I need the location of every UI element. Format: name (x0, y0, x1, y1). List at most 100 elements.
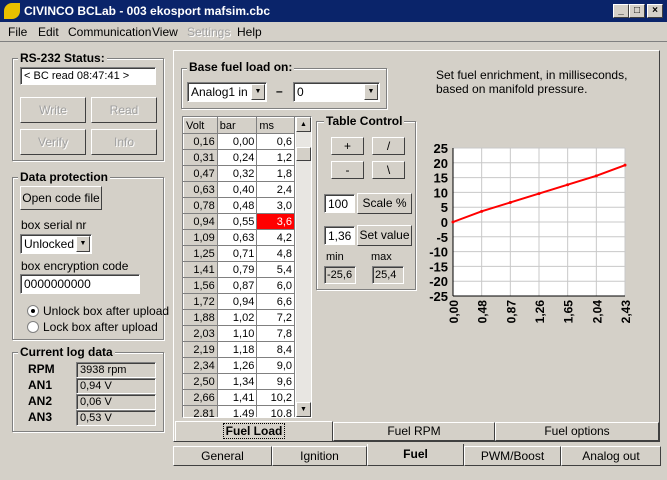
x-tick-label: 0,87 (504, 300, 518, 324)
menu-bar: File Edit Communication View Settings He… (0, 22, 667, 42)
plus-button[interactable]: + (331, 137, 364, 155)
tab-fuel-load[interactable]: Fuel Load (175, 421, 333, 441)
menu-help[interactable]: Help (237, 25, 262, 39)
maximize-button[interactable]: □ (629, 4, 645, 18)
cell-bar: 0,63 (216, 229, 258, 246)
cell-ms[interactable]: 1,2 (256, 149, 295, 166)
info-button[interactable]: Info (91, 129, 157, 155)
close-button[interactable]: × (647, 4, 663, 18)
cell-volt: 0,31 (183, 149, 218, 166)
log-data-title: Current log data (18, 345, 115, 359)
chevron-down-icon[interactable]: ▼ (364, 84, 378, 100)
base-value-text: 0 (297, 85, 304, 99)
menu-view[interactable]: View (152, 25, 178, 39)
col-header-volt: Volt (183, 117, 218, 134)
minus-button[interactable]: - (331, 161, 364, 179)
tab-fuel[interactable]: Fuel (367, 444, 464, 466)
cell-ms[interactable]: 9,0 (256, 357, 295, 374)
menu-file[interactable]: File (8, 25, 27, 39)
chevron-down-icon[interactable]: ▼ (251, 84, 265, 100)
cell-ms[interactable]: 5,4 (256, 261, 295, 278)
max-label: max (371, 251, 392, 263)
cell-ms[interactable]: 2,4 (256, 181, 295, 198)
table-row: 1,09 0,63 4,2 (183, 229, 295, 246)
set-value-input[interactable]: 1,36 (324, 226, 355, 245)
read-button[interactable]: Read (91, 97, 157, 123)
cell-ms[interactable]: 8,4 (256, 341, 295, 358)
write-button[interactable]: Write (20, 97, 86, 123)
cell-ms[interactable]: 6,0 (256, 277, 295, 294)
cell-ms[interactable]: 0,6 (256, 133, 295, 150)
tab-pwm-boost[interactable]: PWM/Boost (464, 446, 561, 466)
cell-ms[interactable]: 6,6 (256, 293, 295, 310)
cell-ms[interactable]: 10,2 (256, 389, 295, 406)
tab-ignition[interactable]: Ignition (272, 446, 367, 466)
menu-settings: Settings (187, 25, 231, 39)
app-logo-icon (4, 3, 20, 19)
verify-button[interactable]: Verify (20, 129, 86, 155)
lock-radio-label[interactable]: Lock box after upload (43, 320, 158, 334)
cell-volt: 1,72 (183, 293, 218, 310)
cell-volt: 0,16 (183, 133, 218, 150)
minimize-button[interactable]: _ (613, 4, 629, 18)
table-scrollbar[interactable]: ▲ ▼ (296, 117, 311, 417)
open-code-file-button[interactable]: Open code file (20, 186, 102, 210)
chevron-down-icon[interactable]: ▼ (76, 236, 90, 252)
cell-bar: 0,40 (216, 181, 258, 198)
unlock-radio[interactable] (27, 305, 39, 317)
scroll-up-button[interactable]: ▲ (296, 117, 311, 132)
tab-fuel-options[interactable]: Fuel options (495, 422, 659, 441)
box-serial-label: box serial nr (21, 218, 87, 232)
cell-bar: 0,94 (216, 293, 258, 310)
cell-volt: 1,88 (183, 309, 218, 326)
cell-ms[interactable]: 7,8 (256, 325, 295, 342)
lock-radio[interactable] (27, 321, 39, 333)
cell-bar: 1,34 (216, 373, 258, 390)
box-serial-select[interactable]: Unlocked ▼ (20, 234, 92, 254)
set-value-button[interactable]: Set value (357, 225, 412, 246)
table-row: 0,63 0,40 2,4 (183, 181, 295, 198)
tab-general[interactable]: General (173, 446, 272, 466)
cell-ms[interactable]: 3,6 (256, 213, 295, 230)
y-tick-label: -25 (429, 289, 448, 304)
log-value-an2: 0,06 V (76, 394, 156, 410)
scroll-down-button[interactable]: ▼ (296, 402, 311, 417)
data-point (480, 209, 484, 213)
base-dash: – (276, 84, 283, 98)
cell-ms[interactable]: 10,8 (256, 405, 295, 417)
data-point (537, 192, 541, 196)
box-encryption-label: box encryption code (21, 259, 129, 273)
cell-volt: 1,09 (183, 229, 218, 246)
base-source-select[interactable]: Analog1 in ▼ (187, 82, 267, 102)
tab-analog-out[interactable]: Analog out (561, 446, 661, 466)
box-encryption-input[interactable]: 0000000000 (20, 274, 140, 294)
table-row: 0,94 0,55 3,6 (183, 213, 295, 230)
backslash-button[interactable]: \ (372, 161, 405, 179)
menu-communication[interactable]: Communication (68, 25, 151, 39)
data-point (594, 174, 598, 178)
slash-button[interactable]: / (372, 137, 405, 155)
cell-ms[interactable]: 4,8 (256, 245, 295, 262)
cell-ms[interactable]: 1,8 (256, 165, 295, 182)
cell-volt: 2,34 (183, 357, 218, 374)
unlock-radio-label[interactable]: Unlock box after upload (43, 304, 169, 318)
tab-fuel-rpm[interactable]: Fuel RPM (333, 422, 495, 441)
cell-ms[interactable]: 9,6 (256, 373, 295, 390)
y-tick-label: -10 (429, 245, 448, 260)
scroll-thumb[interactable] (296, 147, 311, 161)
cell-ms[interactable]: 4,2 (256, 229, 295, 246)
y-tick-label: 20 (434, 156, 448, 171)
scale-button[interactable]: Scale % (357, 193, 412, 214)
base-value-select[interactable]: 0 ▼ (293, 82, 380, 102)
data-point (566, 183, 570, 187)
x-tick-label: 0,48 (476, 300, 490, 324)
data-point (623, 163, 627, 167)
scale-input[interactable]: 100 (324, 194, 355, 213)
table-row: 1,25 0,71 4,8 (183, 245, 295, 262)
menu-edit[interactable]: Edit (38, 25, 59, 39)
title-bar: CIVINCO BCLab - 003 ekosport mafsim.cbc … (0, 0, 667, 22)
rs232-status-field: < BC read 08:47:41 > (20, 67, 156, 85)
table-row: 0,16 0,00 0,6 (183, 133, 295, 150)
cell-ms[interactable]: 7,2 (256, 309, 295, 326)
cell-ms[interactable]: 3,0 (256, 197, 295, 214)
